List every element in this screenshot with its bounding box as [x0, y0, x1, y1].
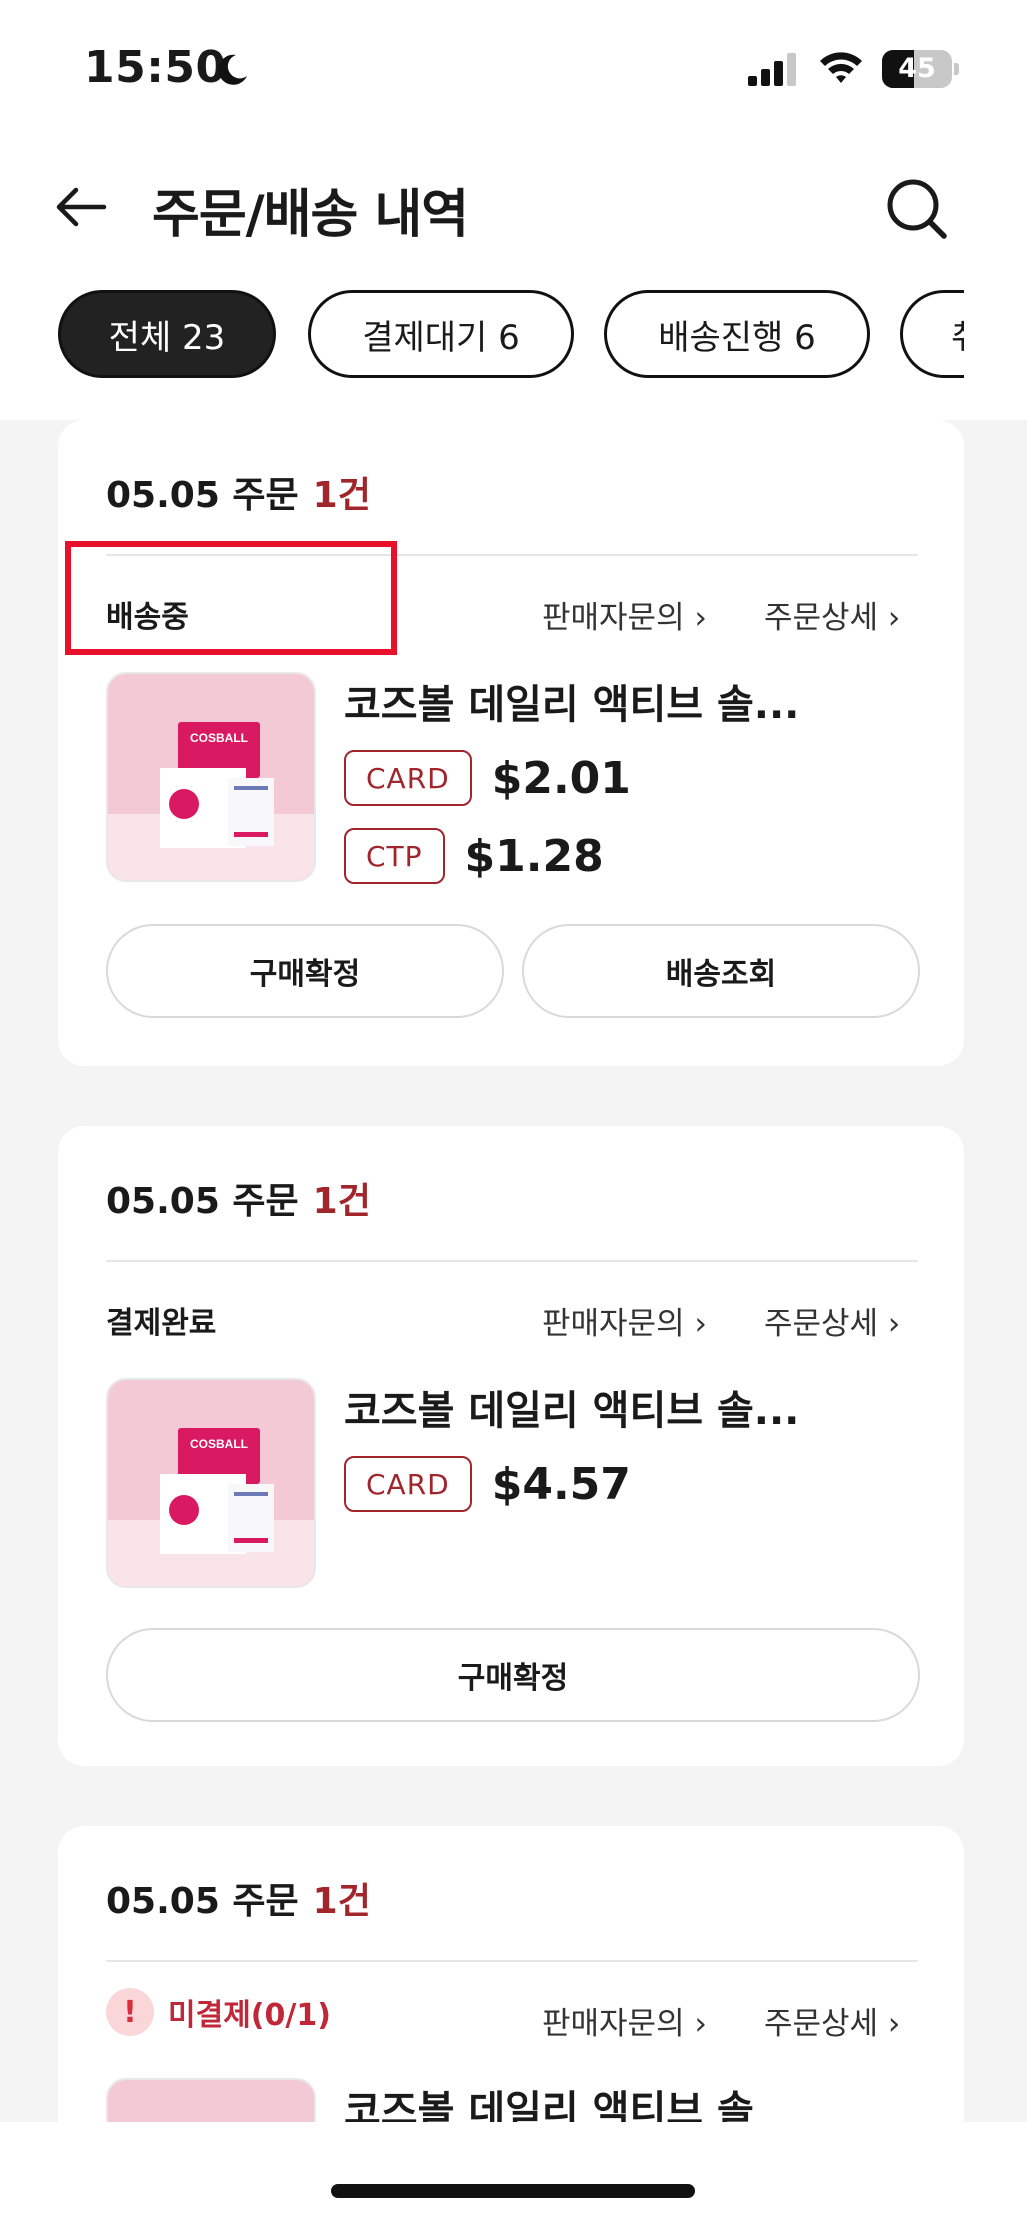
order-status: 결제완료: [106, 1306, 217, 1341]
product-brand-text: COSBALL: [190, 731, 248, 745]
payment-tag: CARD: [344, 1456, 472, 1512]
order-list: 05.05 주문1건 배송중 판매자문의 › 주문상세 › COSBALL 코: [0, 420, 1027, 2122]
battery-nub: [954, 63, 959, 75]
payment-tag: CARD: [344, 750, 472, 806]
order-date-text: 05.05 주문: [106, 1881, 299, 1922]
divider: [106, 1260, 918, 1262]
product-thumbnail[interactable]: COSBALL: [106, 1378, 316, 1588]
order-card: 05.05 주문 1건 결제완료 판매자문의 › 주문상세 › COSBALL: [58, 1126, 964, 1766]
seller-inquiry-link[interactable]: 판매자문의 ›: [542, 592, 707, 637]
tab-all[interactable]: 전체 23: [58, 290, 276, 378]
order-count: 1건: [312, 475, 371, 516]
price-row-card: CARD $2.01: [344, 750, 631, 806]
tab-payment-pending[interactable]: 결제대기 6: [308, 290, 574, 378]
moon-icon: [218, 54, 247, 85]
confirm-purchase-button[interactable]: 구매확정: [106, 1628, 920, 1722]
home-indicator: [331, 2184, 695, 2198]
divider: [106, 554, 918, 556]
order-detail-link[interactable]: 주문상세 ›: [764, 1998, 900, 2043]
back-arrow-icon[interactable]: [54, 182, 108, 232]
order-count: 1건: [312, 1181, 371, 1222]
order-detail-link[interactable]: 주문상세 ›: [764, 1298, 900, 1343]
order-date-text: 05.05 주문: [106, 475, 299, 516]
order-count: 1건: [312, 1881, 371, 1922]
price-row-ctp: CTP $1.28: [344, 828, 604, 884]
tab-shipping[interactable]: 배송진행 6: [604, 290, 870, 378]
battery-level: 45: [898, 53, 936, 84]
order-date: 05.05 주문 1건: [106, 466, 371, 518]
product-name[interactable]: 코즈볼 데일리 액티브 솔...: [344, 1378, 799, 1436]
order-status-unpaid: ! 미결제(0/1): [106, 1988, 331, 2036]
wifi-icon: [820, 52, 862, 83]
payment-tag: CTP: [344, 828, 445, 884]
alert-icon: !: [106, 1988, 154, 2036]
track-delivery-button[interactable]: 배송조회: [522, 924, 920, 1018]
battery-body: 45: [882, 50, 952, 88]
tab-cancel[interactable]: 취: [900, 290, 964, 378]
divider: [106, 1960, 918, 1962]
status-bar: 15:50 45: [0, 0, 1027, 130]
order-date-text: 05.05 주문: [106, 1181, 299, 1222]
price-amount: $1.28: [464, 830, 604, 882]
order-detail-link[interactable]: 주문상세 ›: [764, 592, 900, 637]
battery-indicator: 45: [882, 50, 959, 88]
order-date: 05.05 주문 1건: [106, 1872, 371, 1924]
price-row-card: CARD $4.57: [344, 1456, 631, 1512]
search-icon[interactable]: [884, 176, 950, 242]
page-title: 주문/배송 내역: [152, 185, 469, 245]
order-card: 05.05 주문1건 배송중 판매자문의 › 주문상세 › COSBALL 코: [58, 420, 964, 1066]
product-image: COSBALL: [108, 674, 314, 880]
order-date: 05.05 주문 1건: [106, 1172, 371, 1224]
status-time: 15:50: [84, 42, 227, 93]
signal-icon: [748, 53, 796, 86]
seller-inquiry-link[interactable]: 판매자문의 ›: [542, 1998, 707, 2043]
product-thumbnail[interactable]: [106, 2078, 316, 2122]
page-header: 주문/배송 내역: [0, 150, 1027, 260]
product-brand-text: COSBALL: [190, 1437, 248, 1451]
filter-tabs: 전체 23 결제대기 6 배송진행 6 취: [0, 288, 964, 384]
order-card: 05.05 주문 1건 ! 미결제(0/1) 판매자문의 › 주문상세 › 코즈볼…: [58, 1826, 964, 2122]
product-image: COSBALL: [108, 1380, 314, 1586]
product-name[interactable]: 코즈볼 데일리 액티브 솔: [344, 2078, 754, 2122]
product-name[interactable]: 코즈볼 데일리 액티브 솔...: [344, 672, 799, 730]
order-status: 배송중: [106, 600, 189, 635]
order-status-text: 미결제(0/1): [168, 1998, 331, 2033]
seller-inquiry-link[interactable]: 판매자문의 ›: [542, 1298, 707, 1343]
price-amount: $2.01: [491, 752, 631, 804]
confirm-purchase-button[interactable]: 구매확정: [106, 924, 504, 1018]
order-history-screen: 15:50 45 주문/배송 내역 전체 23 결제대기 6 배송진행 6 05…: [0, 0, 1027, 2222]
price-amount: $4.57: [491, 1458, 631, 1510]
product-thumbnail[interactable]: COSBALL: [106, 672, 316, 882]
